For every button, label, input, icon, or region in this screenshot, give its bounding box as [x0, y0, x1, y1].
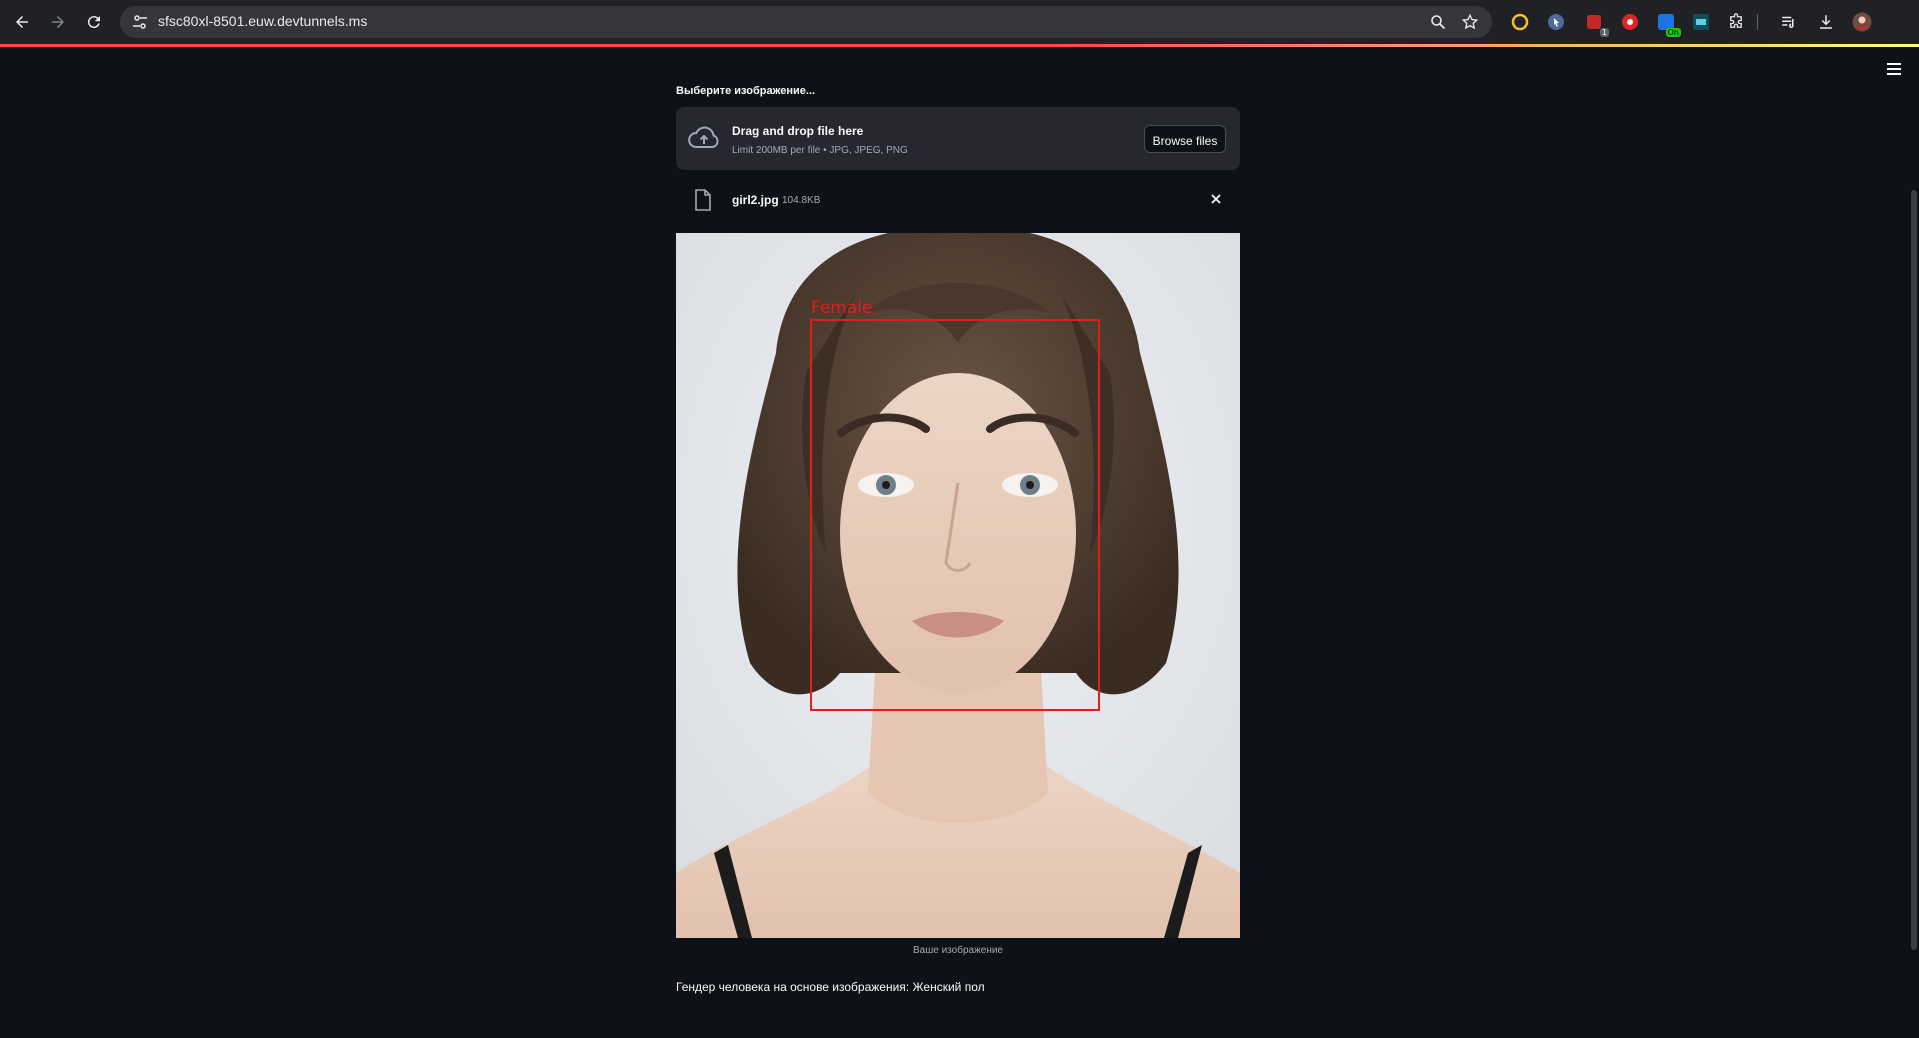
file-name: girl2.jpg	[732, 193, 779, 207]
reload-button[interactable]	[80, 8, 108, 36]
extension-record-icon[interactable]	[1619, 11, 1641, 33]
main-menu-button[interactable]	[1883, 58, 1905, 80]
arrow-right-icon	[52, 16, 64, 28]
remove-file-button[interactable]	[1206, 189, 1226, 209]
detection-label: Female	[811, 298, 872, 318]
extension-on-badge: On	[1665, 28, 1681, 37]
back-button[interactable]	[8, 8, 36, 36]
bookmark-star-icon[interactable]	[1458, 10, 1482, 34]
uploader-label: Выберите изображение...	[676, 85, 816, 97]
close-icon	[1211, 194, 1221, 204]
reload-icon	[87, 16, 100, 29]
arrow-left-icon	[16, 16, 28, 28]
extension-red-badge-icon[interactable]: 1	[1583, 11, 1609, 37]
media-queue-icon[interactable]	[1778, 11, 1800, 33]
file-icon	[695, 189, 711, 211]
cloud-upload-icon	[688, 126, 719, 148]
uploaded-image: Female	[676, 233, 1240, 938]
dropzone-limit: Limit 200MB per file • JPG, JPEG, PNG	[732, 145, 908, 156]
uploaded-file: girl2.jpg 104.8KB	[676, 183, 1240, 219]
site-settings-icon[interactable]	[128, 10, 152, 34]
portrait-photo: Female	[676, 233, 1240, 938]
dropzone-title: Drag and drop file here	[732, 124, 864, 138]
extensions-puzzle-icon[interactable]	[1725, 11, 1747, 33]
extension-on-icon[interactable]: On	[1655, 11, 1681, 37]
hamburger-icon	[1887, 63, 1901, 75]
extension-teal-icon[interactable]	[1690, 11, 1712, 33]
file-size: 104.8KB	[782, 195, 821, 206]
zoom-icon[interactable]	[1426, 10, 1450, 34]
toolbar-divider	[1756, 11, 1758, 33]
file-dropzone[interactable]: Drag and drop file here Limit 200MB per …	[676, 107, 1240, 170]
gender-result: Гендер человека на основе изображения: Ж…	[676, 980, 985, 994]
forward-button[interactable]	[44, 8, 72, 36]
browse-files-button[interactable]: Browse files	[1144, 125, 1226, 153]
extension-badge: 1	[1599, 28, 1609, 37]
url-text: sfsc80xl-8501.euw.devtunnels.ms	[158, 13, 368, 29]
image-caption: Ваше изображение	[913, 945, 1003, 956]
extension-yellow-icon[interactable]	[1509, 11, 1531, 33]
browser-toolbar: sfsc80xl-8501.euw.devtunnels.ms 1 On	[0, 0, 1919, 44]
address-bar[interactable]: sfsc80xl-8501.euw.devtunnels.ms	[120, 6, 1492, 38]
streamlit-header-decoration	[0, 44, 1919, 47]
extension-cursor-icon[interactable]	[1545, 11, 1567, 33]
profile-avatar[interactable]	[1851, 11, 1873, 33]
download-icon[interactable]	[1815, 11, 1837, 33]
page-scrollbar[interactable]	[1911, 190, 1917, 950]
